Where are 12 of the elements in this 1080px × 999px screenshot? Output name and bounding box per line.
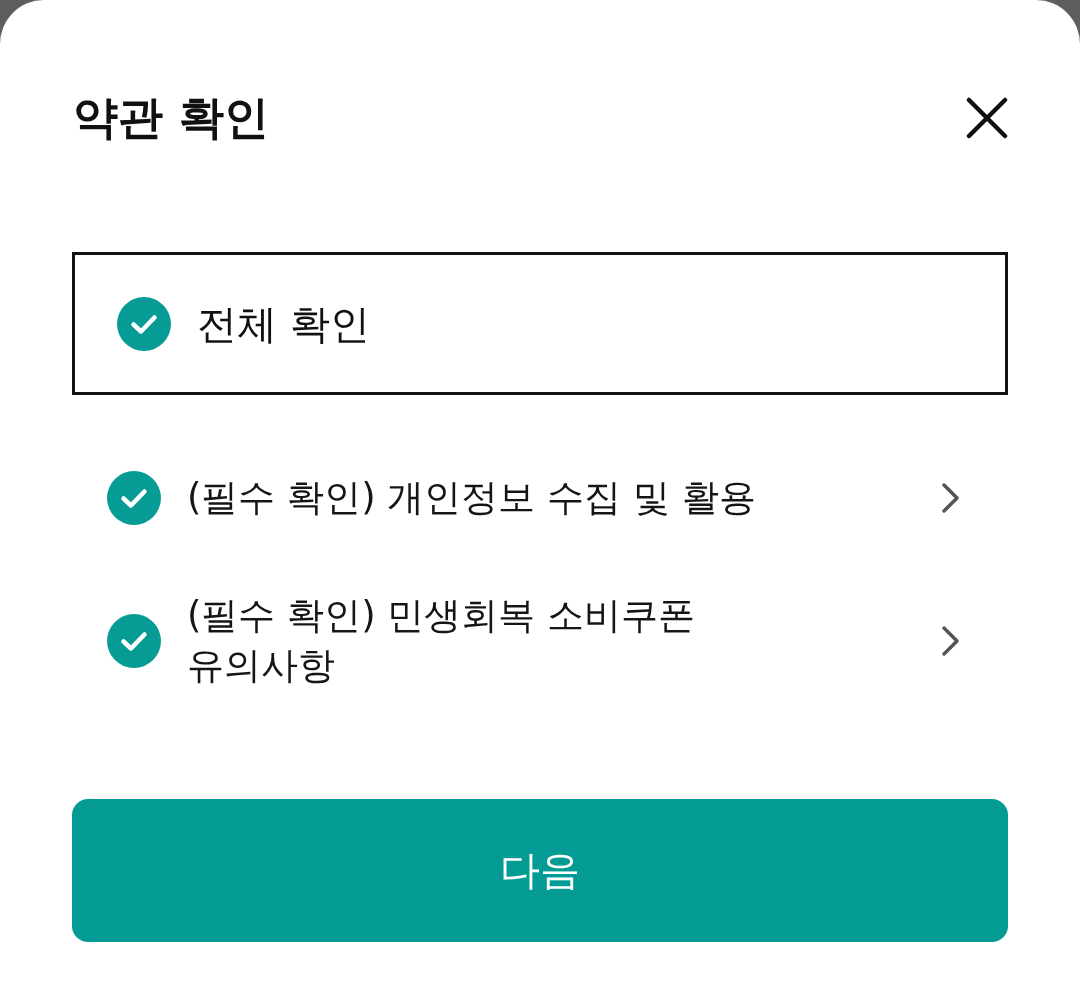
close-button[interactable]	[966, 97, 1008, 139]
term-label: (필수 확인) 민생회복 소비쿠폰 유의사항	[187, 593, 697, 689]
check-circle-icon[interactable]	[107, 471, 161, 525]
close-icon	[966, 97, 1008, 139]
term-label: (필수 확인) 개인정보 수집 및 활용	[187, 475, 756, 521]
chevron-right-icon[interactable]	[941, 625, 961, 657]
chevron-right-icon[interactable]	[941, 482, 961, 514]
check-circle-icon[interactable]	[107, 614, 161, 668]
select-all-label: 전체 확인	[197, 299, 370, 349]
sheet-title: 약관 확인	[73, 90, 269, 146]
select-all-box[interactable]: 전체 확인	[72, 252, 1008, 395]
check-circle-icon[interactable]	[117, 296, 171, 351]
